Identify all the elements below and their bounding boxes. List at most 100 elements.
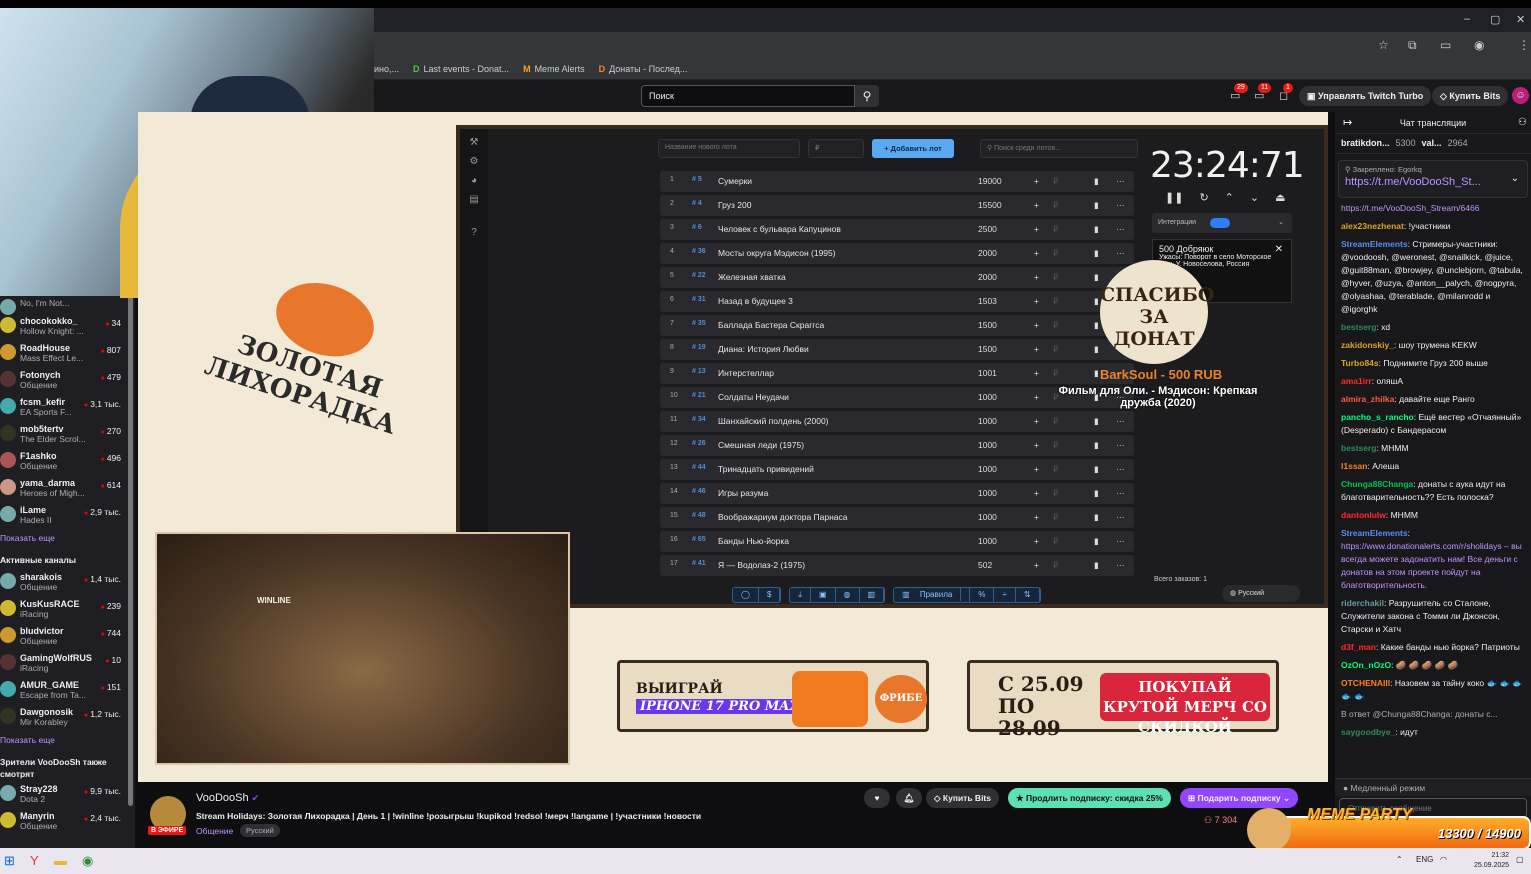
lot-price-input[interactable]: ₽ bbox=[808, 139, 864, 158]
chat-username[interactable]: ama1irr bbox=[1341, 376, 1372, 386]
show-more-link[interactable]: Показать еще bbox=[0, 732, 135, 752]
chat-username[interactable]: OzOn_nOzO bbox=[1341, 660, 1391, 670]
chat-username[interactable]: StreamElements bbox=[1341, 528, 1408, 538]
more-icon[interactable]: ··· bbox=[1116, 536, 1125, 546]
leader-name[interactable]: val... bbox=[1422, 138, 1442, 149]
ruble-icon[interactable]: ₽ bbox=[1053, 560, 1058, 571]
chat-username[interactable]: OTCHENAlll bbox=[1341, 678, 1390, 688]
lot-name[interactable]: Я — Водолаз-2 (1975) bbox=[718, 560, 805, 570]
buy-bits-button[interactable]: ◇ Купить Bits bbox=[1432, 86, 1509, 106]
lot-name[interactable]: Банды Нью-йорка bbox=[718, 536, 789, 546]
profile-icon[interactable]: ◉ bbox=[1474, 38, 1484, 52]
trash-icon[interactable]: ▮ bbox=[1094, 416, 1099, 427]
chevron-up-icon[interactable]: ⌃ bbox=[1225, 191, 1234, 204]
cast-icon[interactable]: ▭ bbox=[1440, 38, 1451, 52]
ruble-icon[interactable]: ₽ bbox=[1053, 224, 1058, 235]
plus-icon[interactable]: + bbox=[1034, 560, 1039, 570]
close-button[interactable]: ✕ bbox=[1516, 13, 1525, 26]
sidebar-channel[interactable]: bludvictorОбщение744 bbox=[0, 624, 135, 651]
plus-icon[interactable]: + bbox=[1034, 200, 1039, 210]
lot-name[interactable]: Воображариум доктора Парнаса bbox=[718, 512, 848, 522]
ruble-icon[interactable]: ₽ bbox=[1053, 320, 1058, 331]
sidebar-channel[interactable]: fcsm_kefirEA Sports F...3,1 тыс. bbox=[0, 395, 135, 422]
sidebar-channel[interactable]: GamingWolfRUSiRacing10 bbox=[0, 651, 135, 678]
sidebar-channel[interactable]: iLameHades II2,9 тыс. bbox=[0, 503, 135, 530]
sidebar-channel[interactable]: F1ashkoОбщение496 bbox=[0, 449, 135, 476]
trash-icon[interactable]: ▮ bbox=[1094, 488, 1099, 499]
plus-icon[interactable]: + bbox=[1034, 512, 1039, 522]
lot-name[interactable]: Назад в будущее 3 bbox=[718, 296, 793, 306]
sidebar-channel[interactable]: DawgonosikMir Korabley1,2 тыс. bbox=[0, 705, 135, 732]
sidebar-channel[interactable]: Stray228Dota 29,9 тыс. bbox=[0, 782, 135, 809]
sidebar-channel[interactable]: ManyrinОбщение2,4 тыс. bbox=[0, 809, 135, 836]
sidebar-channel[interactable]: RoadHouseMass Effect Le...807 bbox=[0, 341, 135, 368]
trash-icon[interactable]: ▮ bbox=[1094, 512, 1099, 523]
sidebar-scrollbar[interactable] bbox=[128, 296, 133, 806]
more-icon[interactable]: ··· bbox=[1116, 560, 1125, 570]
hammer-icon[interactable]: ⚒ bbox=[460, 137, 488, 148]
bookmark[interactable]: ино,... bbox=[374, 64, 399, 74]
chat-username[interactable]: bestserg bbox=[1341, 443, 1376, 453]
bookmark[interactable]: M Meme Alerts bbox=[523, 64, 585, 74]
ruble-icon[interactable]: ₽ bbox=[1053, 464, 1058, 475]
leader-name[interactable]: bratikdon... bbox=[1341, 138, 1390, 149]
extensions-icon[interactable]: ⧉ bbox=[1408, 38, 1417, 53]
trash-icon[interactable]: ▮ bbox=[1094, 560, 1099, 571]
ruble-icon[interactable]: ₽ bbox=[1053, 200, 1058, 211]
language-select[interactable]: ◍ Русский bbox=[1222, 585, 1300, 602]
collapse-chat-icon[interactable]: ↦ bbox=[1343, 112, 1352, 134]
lot-name[interactable]: Интерстеллар bbox=[718, 368, 774, 378]
github-icon[interactable]: ◯ bbox=[733, 588, 759, 602]
chat-username[interactable]: almira_zhilka bbox=[1341, 394, 1394, 404]
download-icon[interactable]: ⤓ bbox=[790, 588, 811, 602]
lot-name[interactable]: Игры разума bbox=[718, 488, 768, 498]
ruble-icon[interactable]: ₽ bbox=[1053, 296, 1058, 307]
more-icon[interactable]: ··· bbox=[1116, 440, 1125, 450]
divide-icon[interactable]: ÷ bbox=[994, 588, 1016, 602]
sidebar-channel[interactable]: KusKusRACEiRacing239 bbox=[0, 597, 135, 624]
trash-icon[interactable]: ▮ bbox=[1094, 320, 1099, 331]
inbox-icon[interactable]: ▭ 29 bbox=[1230, 83, 1248, 102]
ruble-icon[interactable]: ₽ bbox=[1053, 416, 1058, 427]
gift-icon[interactable]: ▭ 11 bbox=[1254, 83, 1272, 102]
ruble-icon[interactable]: ₽ bbox=[1053, 488, 1058, 499]
percent-icon[interactable]: % bbox=[970, 588, 995, 602]
plus-icon[interactable]: + bbox=[1034, 176, 1039, 186]
chat-username[interactable]: riderchakil bbox=[1341, 598, 1384, 608]
pinned-link[interactable]: https://t.me/VooDooSh_St... bbox=[1345, 176, 1521, 188]
more-icon[interactable]: ··· bbox=[1116, 416, 1125, 426]
chat-username[interactable]: bestserg bbox=[1341, 322, 1376, 332]
trash-icon[interactable]: ▮ bbox=[1094, 176, 1099, 187]
channel-name[interactable]: VooDooSh ✔ bbox=[196, 792, 259, 804]
lot-name[interactable]: Тринадцать привидений bbox=[718, 464, 814, 474]
resub-button[interactable]: ★ Продлить подписку: скидка 25% bbox=[1008, 788, 1171, 808]
lot-name[interactable]: Груз 200 bbox=[718, 200, 751, 210]
follow-button[interactable]: ♥ bbox=[864, 788, 890, 808]
yandex-icon[interactable]: Y bbox=[30, 853, 39, 868]
sidebar-channel[interactable]: chocokokko_Hollow Knight: ...34 bbox=[0, 314, 135, 341]
sort-icon[interactable]: ⇅ bbox=[1016, 588, 1040, 602]
folder-icon[interactable]: ▬ bbox=[54, 853, 67, 868]
more-icon[interactable]: ··· bbox=[1116, 224, 1125, 234]
trash-icon[interactable]: ▮ bbox=[1094, 224, 1099, 235]
more-icon[interactable]: ··· bbox=[1116, 200, 1125, 210]
language-indicator[interactable]: ENG bbox=[1416, 855, 1433, 864]
network-icon[interactable]: ◠ bbox=[1440, 855, 1447, 864]
more-icon[interactable]: ··· bbox=[1116, 464, 1125, 474]
lot-name[interactable]: Солдаты Неудачи bbox=[718, 392, 789, 402]
plus-icon[interactable]: + bbox=[1034, 368, 1039, 378]
lot-name[interactable]: Железная хватка bbox=[718, 272, 786, 282]
menu-icon[interactable]: ⋮ bbox=[1518, 38, 1530, 52]
community-icon[interactable]: ⚇ bbox=[1518, 112, 1527, 134]
plus-icon[interactable]: + bbox=[1034, 488, 1039, 498]
more-icon[interactable]: ··· bbox=[1116, 512, 1125, 522]
ruble-icon[interactable]: ₽ bbox=[1053, 176, 1058, 187]
ruble-icon[interactable]: ₽ bbox=[1053, 512, 1058, 523]
integrations-panel[interactable]: Интеграции ⌄ bbox=[1152, 213, 1292, 233]
bookmark[interactable]: D Донаты - Послед... bbox=[599, 64, 688, 74]
chevron-down-icon[interactable]: ⌄ bbox=[1511, 173, 1519, 184]
sidebar-channel[interactable]: mob5tertvThe Elder Scrol...270 bbox=[0, 422, 135, 449]
save-icon[interactable]: ▣ bbox=[811, 588, 836, 602]
lot-name[interactable]: Сумерки bbox=[718, 176, 752, 186]
windows-start-icon[interactable]: ⊞ bbox=[4, 853, 15, 869]
